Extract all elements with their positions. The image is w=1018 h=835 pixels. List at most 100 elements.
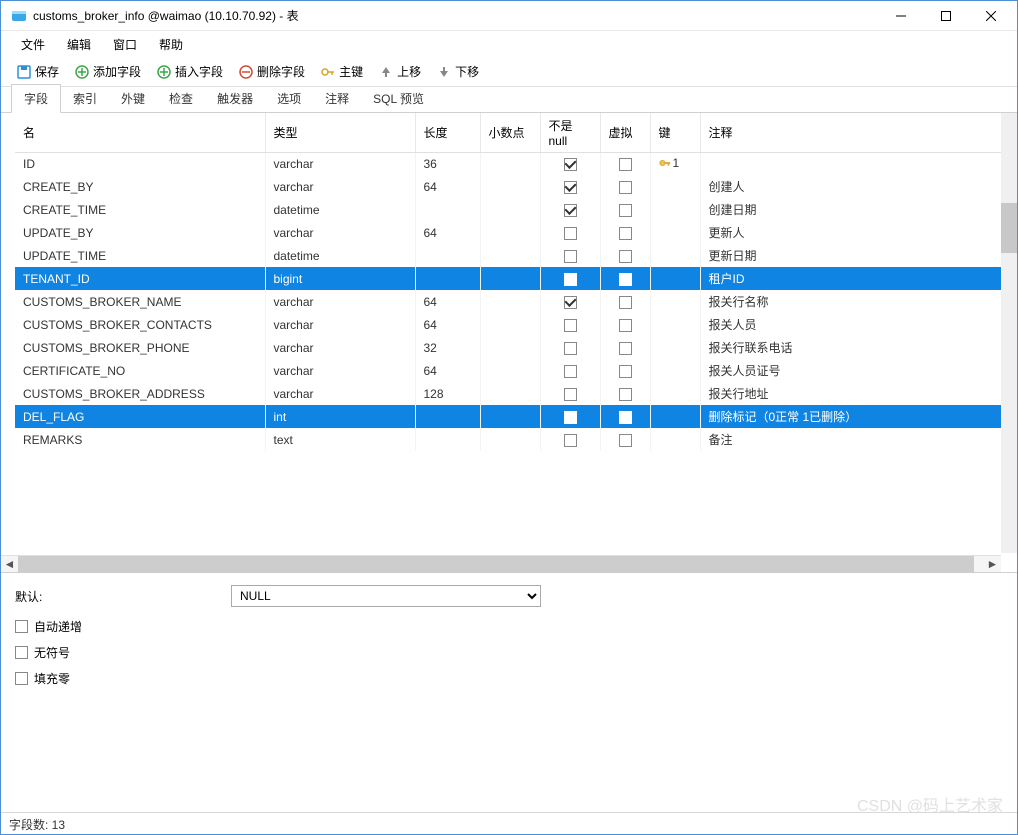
virtual-checkbox[interactable] — [619, 365, 632, 378]
virtual-checkbox[interactable] — [619, 204, 632, 217]
hscroll-thumb[interactable] — [18, 556, 974, 573]
cell-not-null[interactable] — [540, 175, 600, 198]
menu-file[interactable]: 文件 — [11, 32, 55, 57]
cell-length[interactable] — [415, 198, 480, 221]
cell-key[interactable] — [650, 290, 700, 313]
cell-type[interactable]: varchar — [265, 175, 415, 198]
virtual-checkbox[interactable] — [619, 411, 632, 424]
col-comment[interactable]: 注释 — [700, 113, 1003, 153]
unsigned-checkbox[interactable] — [15, 646, 28, 659]
not-null-checkbox[interactable] — [564, 411, 577, 424]
cell-decimals[interactable] — [480, 198, 540, 221]
cell-not-null[interactable] — [540, 290, 600, 313]
table-row[interactable]: CUSTOMS_BROKER_NAMEvarchar64报关行名称 — [15, 290, 1003, 313]
menu-help[interactable]: 帮助 — [149, 32, 193, 57]
tab-options[interactable]: 选项 — [265, 85, 313, 112]
insert-field-button[interactable]: 插入字段 — [151, 60, 229, 83]
cell-name[interactable]: CREATE_TIME — [15, 198, 265, 221]
cell-not-null[interactable] — [540, 336, 600, 359]
cell-length[interactable]: 64 — [415, 221, 480, 244]
not-null-checkbox[interactable] — [564, 296, 577, 309]
col-type[interactable]: 类型 — [265, 113, 415, 153]
table-row[interactable]: IDvarchar361 — [15, 153, 1003, 176]
cell-virtual[interactable] — [600, 198, 650, 221]
table-row[interactable]: CREATE_BYvarchar64创建人 — [15, 175, 1003, 198]
cell-virtual[interactable] — [600, 382, 650, 405]
cell-name[interactable]: ▶DEL_FLAG — [15, 405, 265, 428]
cell-comment[interactable]: 备注 — [700, 428, 1003, 451]
not-null-checkbox[interactable] — [564, 181, 577, 194]
cell-key[interactable] — [650, 244, 700, 267]
cell-name[interactable]: UPDATE_BY — [15, 221, 265, 244]
cell-virtual[interactable] — [600, 267, 650, 290]
virtual-checkbox[interactable] — [619, 227, 632, 240]
cell-decimals[interactable] — [480, 221, 540, 244]
cell-decimals[interactable] — [480, 382, 540, 405]
save-button[interactable]: 保存 — [11, 60, 65, 83]
col-key[interactable]: 键 — [650, 113, 700, 153]
auto-increment-checkbox[interactable] — [15, 620, 28, 633]
horizontal-scrollbar[interactable]: ◄ ► — [1, 555, 1001, 572]
scroll-right-icon[interactable]: ► — [984, 556, 1001, 573]
cell-name[interactable]: ID — [15, 153, 265, 176]
not-null-checkbox[interactable] — [564, 434, 577, 447]
not-null-checkbox[interactable] — [564, 273, 577, 286]
cell-virtual[interactable] — [600, 428, 650, 451]
default-select[interactable]: NULL — [231, 585, 541, 607]
virtual-checkbox[interactable] — [619, 319, 632, 332]
cell-name[interactable]: CUSTOMS_BROKER_NAME — [15, 290, 265, 313]
cell-not-null[interactable] — [540, 221, 600, 244]
table-row[interactable]: UPDATE_TIMEdatetime更新日期 — [15, 244, 1003, 267]
fields-table[interactable]: 名 类型 长度 小数点 不是 null 虚拟 键 注释 IDvarchar361… — [15, 113, 1003, 451]
tab-indexes[interactable]: 索引 — [61, 85, 109, 112]
virtual-checkbox[interactable] — [619, 273, 632, 286]
cell-decimals[interactable] — [480, 153, 540, 176]
cell-name[interactable]: CUSTOMS_BROKER_ADDRESS — [15, 382, 265, 405]
cell-comment[interactable]: 报关人员证号 — [700, 359, 1003, 382]
cell-type[interactable]: bigint — [265, 267, 415, 290]
cell-comment[interactable]: 报关行联系电话 — [700, 336, 1003, 359]
table-row[interactable]: CUSTOMS_BROKER_PHONEvarchar32报关行联系电话 — [15, 336, 1003, 359]
not-null-checkbox[interactable] — [564, 342, 577, 355]
cell-key[interactable]: 1 — [650, 153, 700, 176]
virtual-checkbox[interactable] — [619, 250, 632, 263]
virtual-checkbox[interactable] — [619, 181, 632, 194]
col-length[interactable]: 长度 — [415, 113, 480, 153]
cell-key[interactable] — [650, 198, 700, 221]
not-null-checkbox[interactable] — [564, 227, 577, 240]
cell-length[interactable]: 64 — [415, 175, 480, 198]
cell-type[interactable]: varchar — [265, 359, 415, 382]
tab-foreign-keys[interactable]: 外键 — [109, 85, 157, 112]
tab-checks[interactable]: 检查 — [157, 85, 205, 112]
delete-field-button[interactable]: 删除字段 — [233, 60, 311, 83]
cell-decimals[interactable] — [480, 175, 540, 198]
cell-not-null[interactable] — [540, 428, 600, 451]
minimize-button[interactable] — [878, 2, 923, 30]
cell-comment[interactable]: 更新日期 — [700, 244, 1003, 267]
cell-type[interactable]: int — [265, 405, 415, 428]
scroll-thumb[interactable] — [1001, 203, 1017, 253]
cell-name[interactable]: CUSTOMS_BROKER_CONTACTS — [15, 313, 265, 336]
cell-key[interactable] — [650, 221, 700, 244]
virtual-checkbox[interactable] — [619, 434, 632, 447]
cell-virtual[interactable] — [600, 336, 650, 359]
cell-virtual[interactable] — [600, 359, 650, 382]
table-row[interactable]: CREATE_TIMEdatetime创建日期 — [15, 198, 1003, 221]
cell-length[interactable] — [415, 428, 480, 451]
cell-not-null[interactable] — [540, 359, 600, 382]
not-null-checkbox[interactable] — [564, 319, 577, 332]
virtual-checkbox[interactable] — [619, 296, 632, 309]
cell-comment[interactable]: 报关行地址 — [700, 382, 1003, 405]
cell-length[interactable] — [415, 405, 480, 428]
cell-decimals[interactable] — [480, 244, 540, 267]
cell-type[interactable]: text — [265, 428, 415, 451]
cell-length[interactable]: 32 — [415, 336, 480, 359]
cell-not-null[interactable] — [540, 405, 600, 428]
cell-type[interactable]: varchar — [265, 290, 415, 313]
cell-type[interactable]: varchar — [265, 382, 415, 405]
primary-key-button[interactable]: 主键 — [315, 60, 369, 83]
cell-length[interactable]: 36 — [415, 153, 480, 176]
cell-virtual[interactable] — [600, 244, 650, 267]
cell-type[interactable]: datetime — [265, 244, 415, 267]
cell-not-null[interactable] — [540, 382, 600, 405]
